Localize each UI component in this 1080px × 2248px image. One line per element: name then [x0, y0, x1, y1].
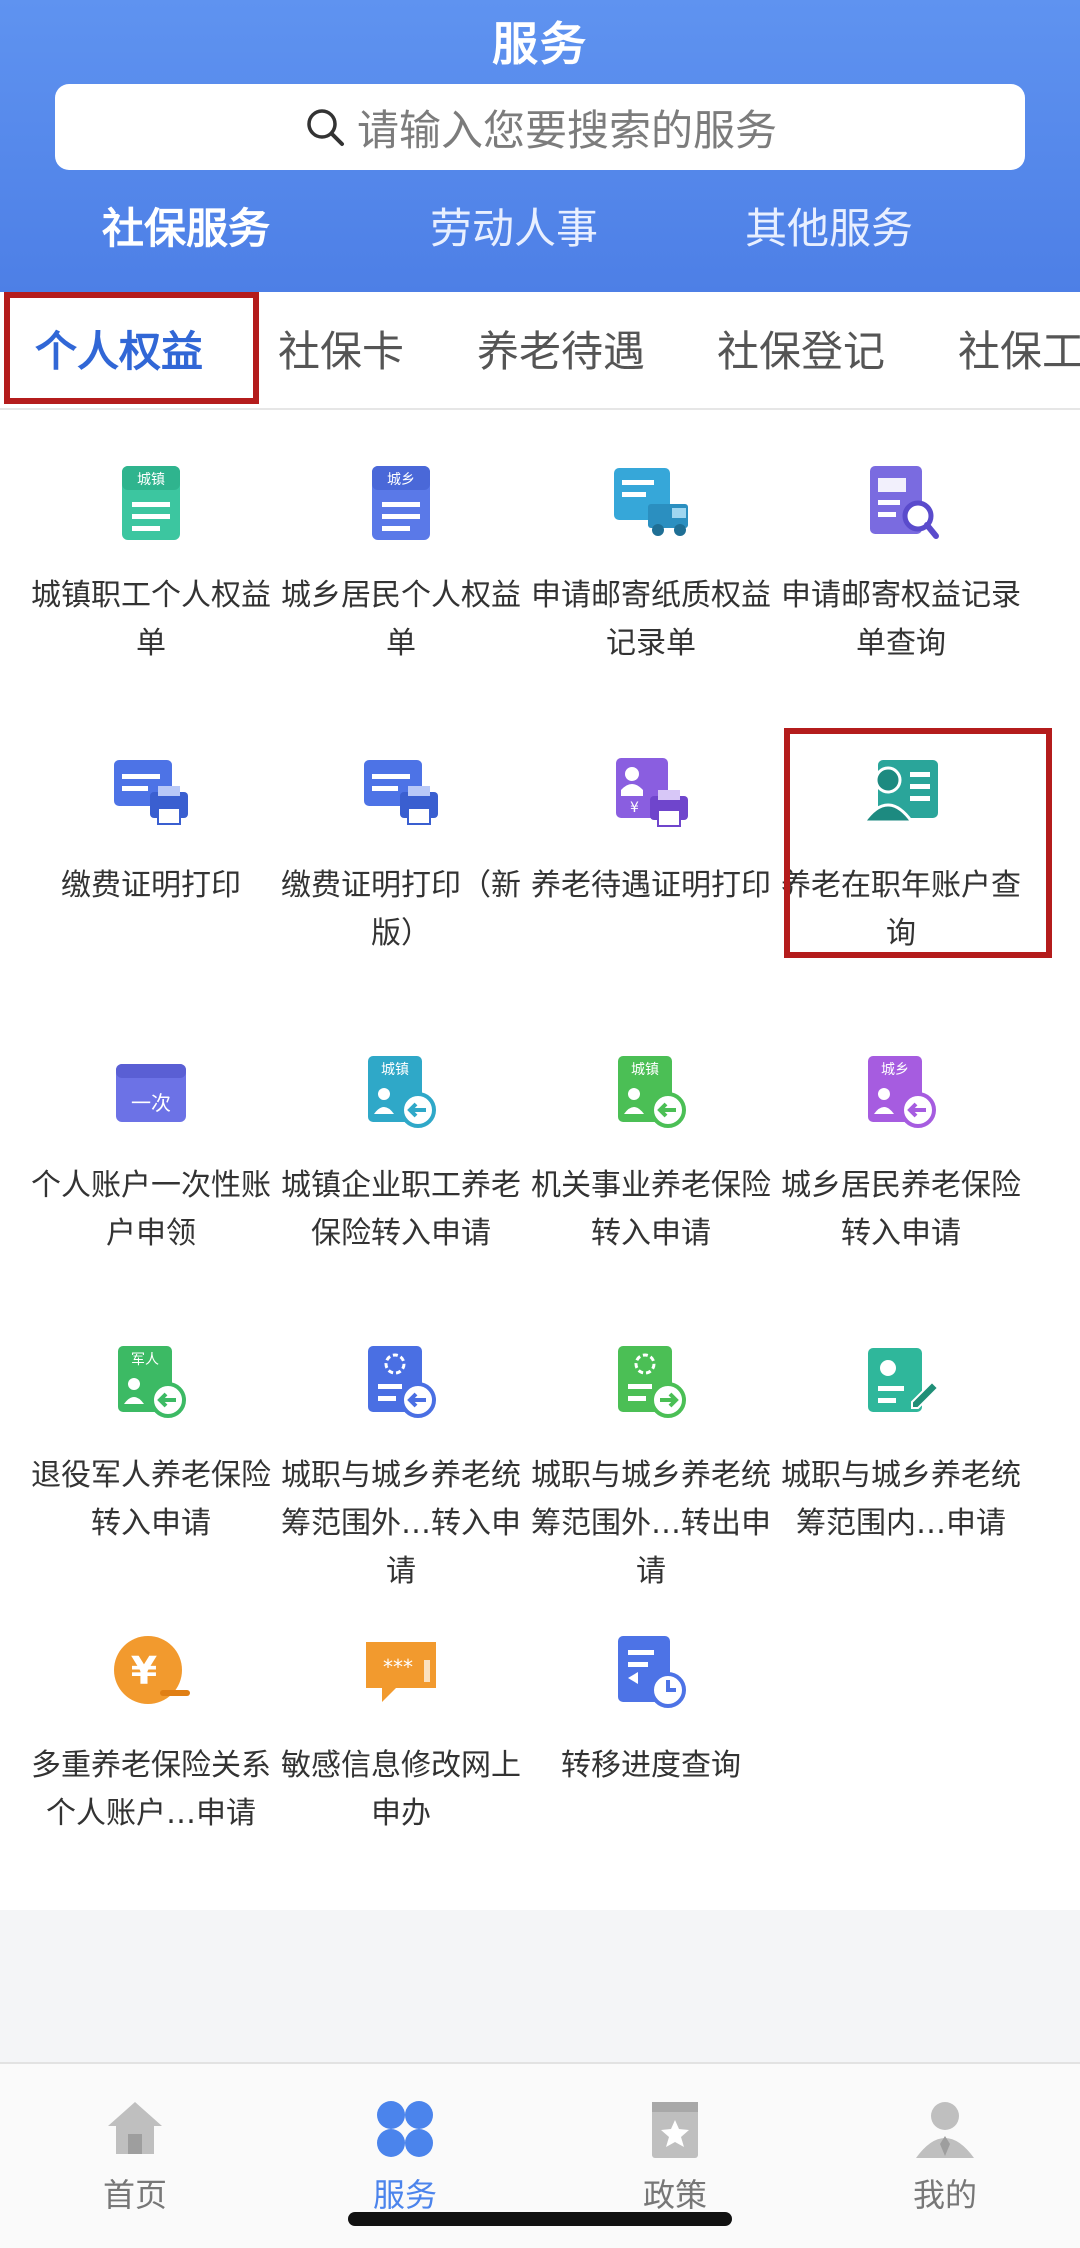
- subtab-registration[interactable]: 社保登记: [717, 318, 885, 379]
- urban-doc-icon: 城镇: [122, 466, 180, 540]
- service-label: 城职与城乡养老统筹范围外…转出申请: [531, 1458, 771, 1589]
- service-item[interactable]: 城职与城乡养老统筹范围外…转出申请: [526, 1340, 776, 1596]
- nav-service-label: 服务: [372, 2176, 437, 2214]
- profile-icon: [916, 2102, 974, 2158]
- chat-password-icon: ***: [366, 1642, 436, 1702]
- home-icon: [108, 2102, 162, 2154]
- service-label: 多重养老保险关系个人账户…申请: [31, 1748, 271, 1831]
- service-label: 城乡居民养老保险转入申请: [781, 1168, 1021, 1251]
- service-item[interactable]: 城职与城乡养老统筹范围内…申请: [776, 1340, 1026, 1548]
- service-item[interactable]: 城镇 机关事业养老保险转入申请: [526, 1050, 776, 1258]
- service-item[interactable]: 缴费证明打印（新版）: [276, 750, 526, 958]
- transfer-out-outside-icon: [618, 1346, 686, 1418]
- service-label: 机关事业养老保险转入申请: [531, 1168, 771, 1251]
- top-tabs: 社保服务 劳动人事 其他服务: [0, 195, 1080, 265]
- truck-search-icon: [870, 466, 939, 539]
- search-placeholder: 请输入您要搜索的服务: [356, 105, 777, 155]
- nav-policy[interactable]: 政策: [595, 2096, 755, 2216]
- pension-print-icon: ¥: [616, 758, 688, 827]
- tab-other-services[interactable]: 其他服务: [745, 195, 913, 256]
- institution-transfer-badge: 城镇: [631, 1062, 659, 1078]
- transfer-in-outside-icon: [368, 1346, 436, 1418]
- yuan-coin-icon: ¥: [114, 1636, 190, 1704]
- service-label: 退役军人养老保险转入申请: [31, 1458, 271, 1541]
- service-label: 城镇企业职工养老保险转入申请: [281, 1168, 521, 1251]
- service-label: 申请邮寄纸质权益记录单: [531, 578, 771, 661]
- nav-policy-label: 政策: [642, 2176, 707, 2214]
- chat-badge: ***: [383, 1655, 413, 1679]
- printer-card-icon: [114, 760, 188, 825]
- one-time-badge: 一次: [131, 1091, 171, 1115]
- service-label: 缴费证明打印: [61, 868, 241, 903]
- search-icon: [307, 109, 344, 146]
- service-label: 转移进度查询: [561, 1748, 741, 1783]
- service-label: 敏感信息修改网上申办: [281, 1748, 521, 1831]
- service-icon: [377, 2101, 433, 2157]
- service-item[interactable]: 转移进度查询: [526, 1630, 776, 1790]
- subtab-pension-benefits[interactable]: 养老待遇: [477, 318, 645, 379]
- home-indicator: [348, 2212, 732, 2226]
- service-label: 申请邮寄权益记录单查询: [781, 578, 1021, 661]
- highlight-box-account-query: [784, 728, 1052, 958]
- nav-profile[interactable]: 我的: [865, 2096, 1025, 2216]
- service-item[interactable]: 城乡 城乡居民养老保险转入申请: [776, 1050, 1026, 1258]
- header: 服务 请输入您要搜索的服务 社保服务 劳动人事 其他服务: [0, 0, 1080, 292]
- subtab-more[interactable]: 社保工: [958, 318, 1080, 379]
- printer-card-new-icon: [364, 760, 438, 825]
- page-title: 服务: [492, 17, 588, 71]
- tab-labor-personnel[interactable]: 劳动人事: [430, 195, 598, 256]
- nav-home[interactable]: 首页: [55, 2096, 215, 2216]
- subtab-social-card[interactable]: 社保卡: [278, 318, 404, 379]
- nav-service[interactable]: 服务: [325, 2096, 485, 2216]
- service-item[interactable]: 申请邮寄权益记录单查询: [776, 460, 1026, 668]
- progress-clock-icon: [618, 1636, 686, 1708]
- edit-apply-icon: [868, 1348, 940, 1412]
- subtab-bar: 个人权益 社保卡 养老待遇 社保登记 社保工: [0, 292, 1080, 410]
- nav-home-label: 首页: [102, 2176, 167, 2214]
- service-label: 养老待遇证明打印: [531, 868, 771, 903]
- service-label: 城职与城乡养老统筹范围内…申请: [781, 1458, 1021, 1541]
- service-item[interactable]: ¥ 养老待遇证明打印: [526, 750, 776, 910]
- service-label: 城镇职工个人权益单: [31, 578, 271, 661]
- rural-transfer-in-icon: 城乡: [868, 1056, 936, 1128]
- service-item[interactable]: 城乡 城乡居民个人权益单: [276, 460, 526, 668]
- service-item[interactable]: ¥ 多重养老保险关系个人账户…申请: [26, 1630, 276, 1838]
- urban-badge: 城镇: [137, 472, 165, 488]
- service-item[interactable]: 缴费证明打印: [26, 750, 276, 910]
- service-label: 城职与城乡养老统筹范围外…转入申请: [281, 1458, 521, 1589]
- yuan-badge: ¥: [131, 1649, 157, 1693]
- nav-profile-label: 我的: [912, 2176, 977, 2214]
- institution-transfer-in-icon: 城镇: [618, 1056, 686, 1128]
- highlight-box-personal-rights: [4, 292, 259, 404]
- veteran-badge: 军人: [131, 1352, 159, 1368]
- service-label: 城乡居民个人权益单: [281, 578, 521, 661]
- service-label: 个人账户一次性账户申领: [31, 1168, 271, 1251]
- svg-text:¥: ¥: [630, 800, 639, 816]
- service-item[interactable]: 军人 退役军人养老保险转入申请: [26, 1340, 276, 1548]
- service-item[interactable]: 一次 个人账户一次性账户申领: [26, 1050, 276, 1258]
- tab-social-security[interactable]: 社保服务: [102, 195, 270, 256]
- veteran-transfer-icon: 军人: [118, 1346, 186, 1418]
- rural-transfer-badge: 城乡: [881, 1062, 909, 1078]
- policy-icon: [652, 2102, 698, 2158]
- search-bar[interactable]: 请输入您要搜索的服务: [55, 84, 1025, 170]
- rural-badge: 城乡: [387, 472, 415, 488]
- service-item[interactable]: *** 敏感信息修改网上申办: [276, 1630, 526, 1838]
- service-item[interactable]: 城职与城乡养老统筹范围外…转入申请: [276, 1340, 526, 1596]
- mail-truck-icon: [614, 468, 688, 536]
- urban-transfer-badge: 城镇: [381, 1062, 409, 1078]
- service-item[interactable]: 城镇 城镇职工个人权益单: [26, 460, 276, 668]
- rural-doc-icon: 城乡: [372, 466, 430, 540]
- service-item[interactable]: 申请邮寄纸质权益记录单: [526, 460, 776, 668]
- urban-transfer-in-icon: 城镇: [368, 1056, 436, 1128]
- service-grid: 城镇 城镇职工个人权益单 城乡 城乡居民个人权益单 申请邮寄纸质权益记录单 申请…: [0, 410, 1080, 1910]
- service-label: 缴费证明打印（新版）: [281, 868, 521, 951]
- one-time-icon: 一次: [116, 1064, 186, 1122]
- service-item[interactable]: 城镇 城镇企业职工养老保险转入申请: [276, 1050, 526, 1258]
